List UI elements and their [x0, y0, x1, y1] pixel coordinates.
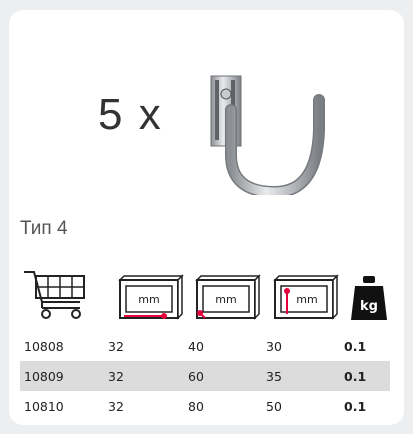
- table-cell: 32: [108, 338, 124, 354]
- table-cell: 80: [188, 398, 204, 414]
- unit-text: mm: [296, 293, 317, 306]
- table-cell: 60: [188, 361, 266, 391]
- unit-text: mm: [215, 293, 236, 306]
- table-row: 10810 32 80 50 0.1: [20, 391, 390, 421]
- table-cell: 32: [108, 361, 188, 391]
- hook-image: [210, 75, 325, 195]
- table-row: 10809 32 60 35 0.1: [20, 361, 390, 391]
- table-cell: 0.1: [344, 398, 367, 414]
- type-label: Тип 4: [20, 218, 68, 239]
- weight-kg-icon: kg: [351, 276, 387, 320]
- table-row: 10808 32 40 30 0.1: [20, 331, 390, 361]
- box-width-icon: mm: [118, 274, 184, 320]
- quantity-label: 5 x: [98, 90, 163, 139]
- table-cell: 50: [266, 398, 282, 414]
- table-cell: 0.1: [344, 361, 390, 391]
- spec-table: 10808 32 40 30 0.1 10809 32 60 35 0.1 10810 32 80 50 0…: [20, 331, 390, 421]
- table-cell: 35: [266, 361, 344, 391]
- table-cell: 10809: [20, 361, 108, 391]
- box-height-icon: mm: [273, 274, 339, 320]
- table-cell: 10810: [24, 398, 64, 414]
- table-cell: 32: [108, 398, 124, 414]
- table-cell: 10808: [24, 338, 64, 354]
- unit-text: mm: [138, 293, 159, 306]
- box-depth-icon: mm: [195, 274, 261, 320]
- table-cell: 40: [188, 338, 204, 354]
- shopping-cart-icon: [24, 271, 85, 319]
- table-cell: 0.1: [344, 338, 367, 354]
- weight-text: kg: [360, 299, 378, 314]
- table-cell: 30: [266, 338, 282, 354]
